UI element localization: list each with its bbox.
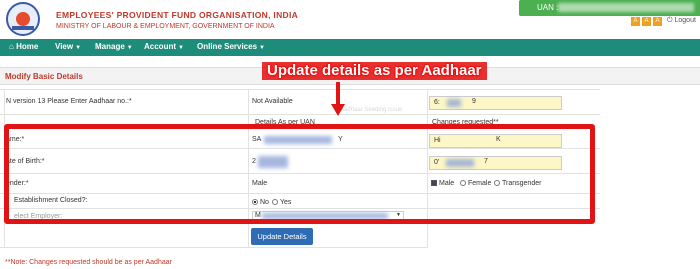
aadhaar-value-start: 6: [434, 99, 440, 106]
org-name: EMPLOYEES' PROVIDENT FUND ORGANISATION, … [56, 10, 299, 20]
arrow-down-icon [331, 104, 345, 116]
annotation-callout: Update details as per Aadhaar [262, 62, 487, 80]
logout-label: Logout [674, 17, 696, 24]
update-details-button[interactable]: Update Details [251, 228, 313, 245]
row-divider [0, 247, 428, 248]
logo-emblem [16, 12, 30, 26]
logout-link[interactable]: ⏻ Logout [667, 17, 696, 25]
nav-online-services-label: Online Services [197, 42, 258, 51]
site-header: EMPLOYEES' PROVIDENT FUND ORGANISATION, … [0, 0, 700, 38]
font-size-increase-button[interactable]: A [631, 17, 640, 26]
nav-manage[interactable]: Manage ▼ [95, 42, 133, 51]
aadhaar-note: **Note: Changes requested should be as p… [5, 259, 172, 266]
aadhaar-value-end: 9 [472, 98, 476, 105]
nav-home[interactable]: ⌂ Home [9, 42, 38, 51]
arrow-shaft [336, 82, 340, 106]
font-size-normal-button[interactable]: A [642, 17, 651, 26]
nav-account-label: Account [144, 42, 176, 51]
logout-icon: ⏻ [667, 17, 673, 24]
logo-bar [12, 26, 34, 30]
nav-view[interactable]: View ▼ [55, 42, 81, 51]
aadhaar-status: Not Available [252, 98, 293, 105]
aadhaar-label: N version 13 Please Enter Aadhaar no.:* [6, 98, 132, 105]
nav-online-services[interactable]: Online Services ▼ [197, 42, 265, 51]
panel-title: Modify Basic Details [5, 72, 83, 81]
ministry-name: MINISTRY OF LABOUR & EMPLOYMENT, GOVERNM… [56, 23, 275, 30]
chevron-down-icon: ▼ [178, 45, 184, 51]
epfo-modify-basic-details-page: EMPLOYEES' PROVIDENT FUND ORGANISATION, … [0, 0, 700, 269]
font-size-decrease-button[interactable]: A [653, 17, 662, 26]
row-divider [0, 114, 600, 115]
row-divider [0, 89, 600, 90]
main-navbar: ⌂ Home View ▼ Manage ▼ Account ▼ Online Ser… [0, 39, 700, 56]
nav-manage-label: Manage [95, 42, 125, 51]
nav-view-label: View [55, 42, 74, 51]
nav-account[interactable]: Account ▼ [144, 42, 184, 51]
chevron-down-icon: ▼ [126, 45, 133, 51]
highlight-box [4, 124, 595, 224]
nav-home-label: Home [16, 42, 39, 51]
chevron-down-icon: ▼ [75, 45, 82, 51]
aadhaar-faded-text: ...Aadhaar Seeding Issue [335, 107, 403, 113]
uan-redacted [558, 3, 694, 12]
aadhaar-redacted [447, 99, 461, 107]
epfo-logo [6, 2, 40, 36]
chevron-down-icon: ▼ [259, 45, 265, 51]
home-icon: ⌂ [9, 42, 14, 51]
uan-label: UAN : [537, 3, 559, 12]
